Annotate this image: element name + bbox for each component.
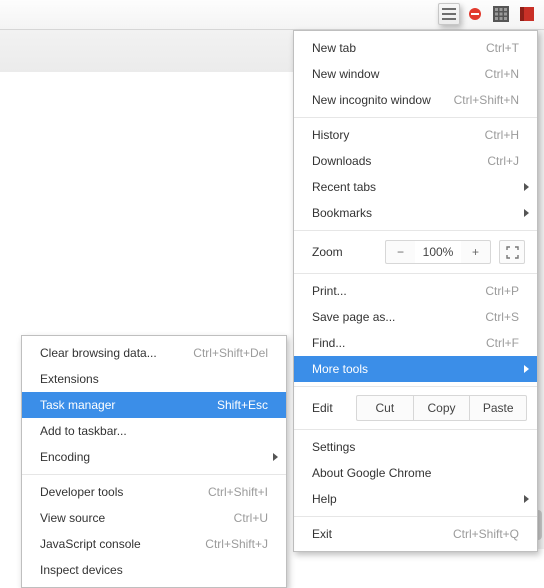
submenu-arrow-icon xyxy=(524,365,529,373)
fullscreen-button[interactable] xyxy=(499,240,525,264)
grid-icon[interactable] xyxy=(490,3,512,25)
menu-item-more-tools[interactable]: More tools xyxy=(294,356,537,382)
menu-item-new-window[interactable]: New windowCtrl+N xyxy=(294,61,537,87)
submenu-item-clear-browsing-data[interactable]: Clear browsing data...Ctrl+Shift+Del xyxy=(22,340,286,366)
menu-zoom-row: Zoom − 100% + xyxy=(294,235,537,269)
menu-separator xyxy=(294,230,537,231)
cut-button[interactable]: Cut xyxy=(356,395,413,421)
submenu-item-developer-tools[interactable]: Developer toolsCtrl+Shift+I xyxy=(22,479,286,505)
submenu-arrow-icon xyxy=(273,453,278,461)
menu-separator xyxy=(294,117,537,118)
menu-item-recent-tabs[interactable]: Recent tabs xyxy=(294,174,537,200)
chrome-main-menu: New tabCtrl+T New windowCtrl+N New incog… xyxy=(293,30,538,552)
menu-item-exit[interactable]: ExitCtrl+Shift+Q xyxy=(294,521,537,547)
submenu-arrow-icon xyxy=(524,183,529,191)
menu-item-bookmarks[interactable]: Bookmarks xyxy=(294,200,537,226)
submenu-arrow-icon xyxy=(524,495,529,503)
copy-button[interactable]: Copy xyxy=(413,395,470,421)
submenu-item-extensions[interactable]: Extensions xyxy=(22,366,286,392)
menu-item-history[interactable]: HistoryCtrl+H xyxy=(294,122,537,148)
more-tools-submenu: Clear browsing data...Ctrl+Shift+Del Ext… xyxy=(21,335,287,588)
menu-separator xyxy=(294,386,537,387)
menu-separator xyxy=(294,273,537,274)
menu-item-save-page-as[interactable]: Save page as...Ctrl+S xyxy=(294,304,537,330)
menu-item-about-chrome[interactable]: About Google Chrome xyxy=(294,460,537,486)
menu-edit-row: Edit Cut Copy Paste xyxy=(294,391,537,425)
menu-item-find[interactable]: Find...Ctrl+F xyxy=(294,330,537,356)
menu-separator xyxy=(294,516,537,517)
menu-item-settings[interactable]: Settings xyxy=(294,434,537,460)
shield-red-icon[interactable] xyxy=(464,3,486,25)
menu-separator xyxy=(22,474,286,475)
submenu-item-add-to-taskbar[interactable]: Add to taskbar... xyxy=(22,418,286,444)
submenu-item-javascript-console[interactable]: JavaScript consoleCtrl+Shift+J xyxy=(22,531,286,557)
menu-item-new-incognito[interactable]: New incognito windowCtrl+Shift+N xyxy=(294,87,537,113)
zoom-out-button[interactable]: − xyxy=(385,240,415,264)
zoom-in-button[interactable]: + xyxy=(461,240,491,264)
zoom-label: Zoom xyxy=(312,245,385,259)
paste-button[interactable]: Paste xyxy=(469,395,527,421)
menu-item-print[interactable]: Print...Ctrl+P xyxy=(294,278,537,304)
browser-toolbar xyxy=(0,0,544,30)
submenu-item-task-manager[interactable]: Task managerShift+Esc xyxy=(22,392,286,418)
submenu-item-inspect-devices[interactable]: Inspect devices xyxy=(22,557,286,583)
edit-label: Edit xyxy=(312,391,356,425)
book-red-icon[interactable] xyxy=(516,3,538,25)
zoom-value: 100% xyxy=(415,240,461,264)
menu-item-new-tab[interactable]: New tabCtrl+T xyxy=(294,35,537,61)
submenu-item-view-source[interactable]: View sourceCtrl+U xyxy=(22,505,286,531)
hamburger-menu-icon[interactable] xyxy=(438,3,460,25)
menu-separator xyxy=(294,429,537,430)
menu-item-downloads[interactable]: DownloadsCtrl+J xyxy=(294,148,537,174)
submenu-item-encoding[interactable]: Encoding xyxy=(22,444,286,470)
submenu-arrow-icon xyxy=(524,209,529,217)
menu-item-help[interactable]: Help xyxy=(294,486,537,512)
